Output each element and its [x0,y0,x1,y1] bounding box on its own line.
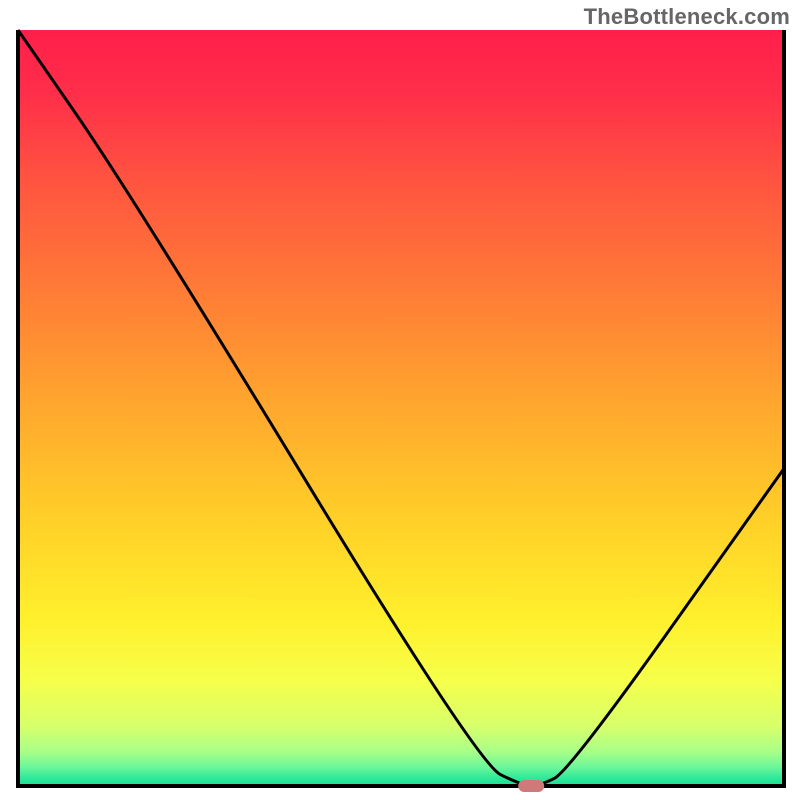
plot-background [18,30,784,786]
watermark-text: TheBottleneck.com [584,4,790,30]
chart-canvas [0,0,800,800]
optimal-point-marker [518,780,544,792]
chart-frame: TheBottleneck.com [0,0,800,800]
